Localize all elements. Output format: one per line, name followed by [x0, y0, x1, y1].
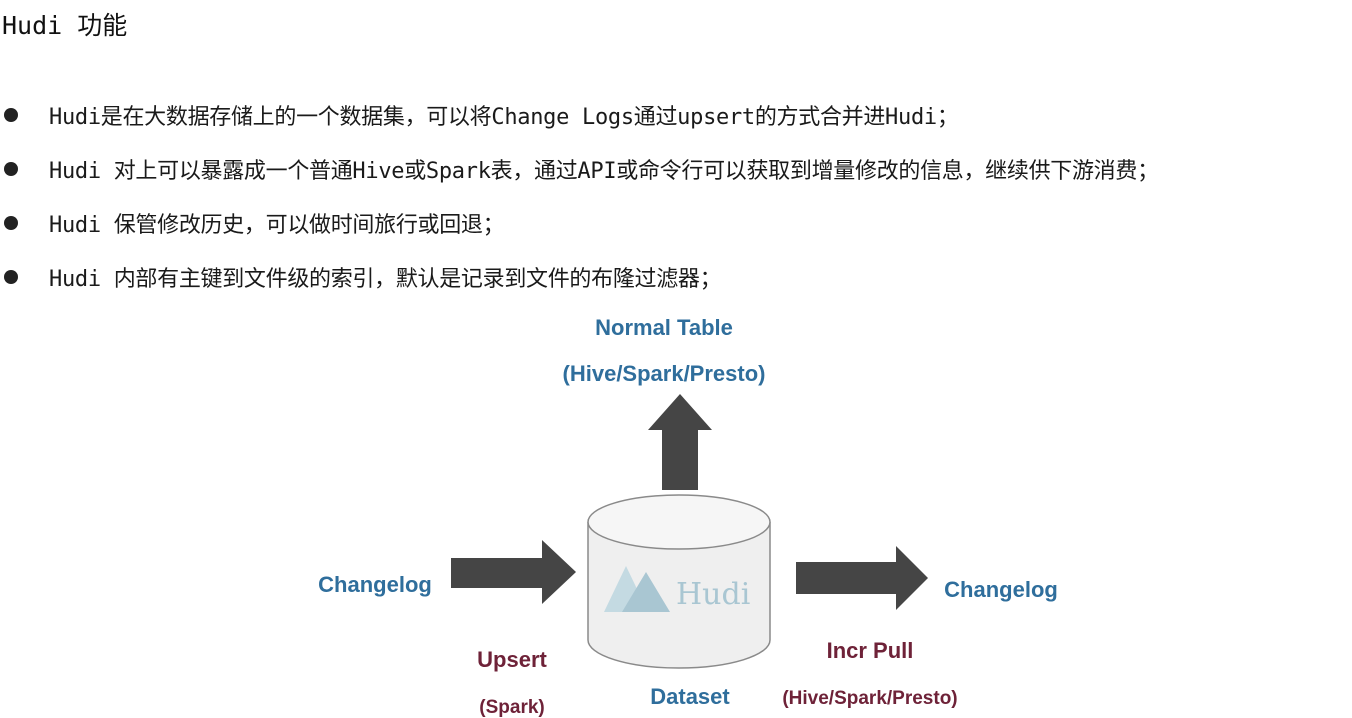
hudi-logo-text: Hudi [676, 577, 750, 612]
incr-pull-engines-label: (Hive/Spark/Presto) [782, 688, 957, 709]
normal-table-label: Normal Table [595, 315, 733, 340]
up-arrow-icon [648, 394, 712, 490]
right-arrow-out-icon [796, 546, 928, 610]
upsert-engine-label: (Spark) [479, 697, 544, 718]
normal-table-engines-label: (Hive/Spark/Presto) [563, 361, 766, 386]
hudi-architecture-diagram: Hudi Normal Table (Hive/Spark/Presto) Ch… [318, 315, 1058, 718]
right-arrow-in-icon [451, 540, 576, 604]
incr-pull-label: Incr Pull [827, 638, 914, 663]
changelog-out-label: Changelog [944, 577, 1058, 602]
dataset-label: Dataset [650, 684, 730, 709]
upsert-label: Upsert [477, 647, 547, 672]
changelog-in-label: Changelog [318, 572, 432, 597]
